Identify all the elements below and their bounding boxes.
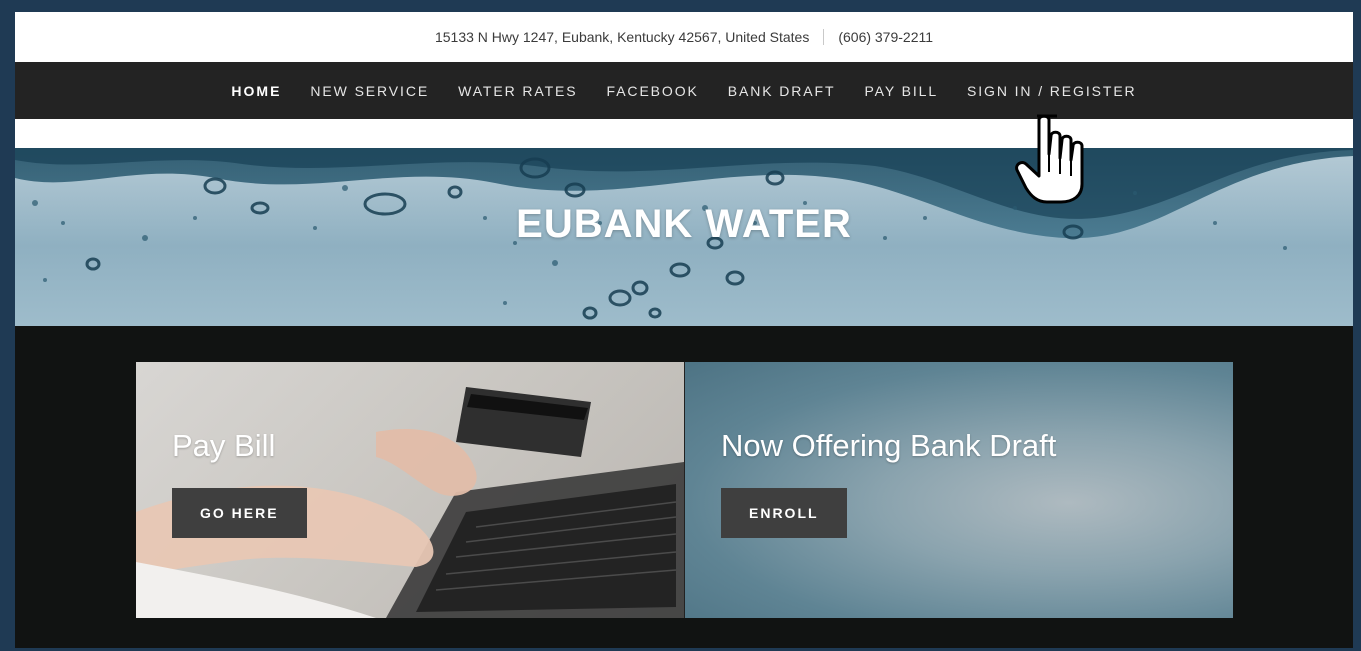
browser-page: 15133 N Hwy 1247, Eubank, Kentucky 42567…: [15, 12, 1353, 648]
nav-item-water-rates[interactable]: WATER RATES: [458, 83, 577, 99]
bank-draft-card: Now Offering Bank Draft ENROLL: [685, 362, 1233, 618]
nav-item-home[interactable]: HOME: [231, 83, 281, 99]
nav-item-new-service[interactable]: NEW SERVICE: [310, 83, 429, 99]
pay-bill-card: Pay Bill GO HERE: [136, 362, 685, 618]
spacer-bar: [15, 119, 1353, 148]
address-text: 15133 N Hwy 1247, Eubank, Kentucky 42567…: [434, 29, 810, 45]
main-navigation: HOME NEW SERVICE WATER RATES FACEBOOK BA…: [15, 62, 1353, 119]
bank-draft-title: Now Offering Bank Draft: [721, 428, 1057, 463]
pay-bill-title: Pay Bill: [172, 428, 276, 463]
hand-pointer-icon: [1015, 114, 1084, 204]
top-info-bar: 15133 N Hwy 1247, Eubank, Kentucky 42567…: [15, 12, 1353, 62]
nav-item-facebook[interactable]: FACEBOOK: [607, 83, 699, 99]
go-here-button[interactable]: GO HERE: [172, 488, 307, 538]
divider: [823, 29, 825, 45]
nav-item-bank-draft[interactable]: BANK DRAFT: [728, 83, 836, 99]
nav-item-pay-bill[interactable]: PAY BILL: [864, 83, 938, 99]
enroll-button[interactable]: ENROLL: [721, 488, 847, 538]
hero-banner: EUBANK WATER: [15, 148, 1353, 326]
phone-number[interactable]: (606) 379-2211: [838, 29, 933, 45]
site-title: EUBANK WATER: [516, 202, 852, 246]
feature-cards: Pay Bill GO HERE Now Offering Bank Draft…: [136, 362, 1233, 618]
nav-item-sign-in-register[interactable]: SIGN IN / REGISTER: [967, 83, 1137, 99]
